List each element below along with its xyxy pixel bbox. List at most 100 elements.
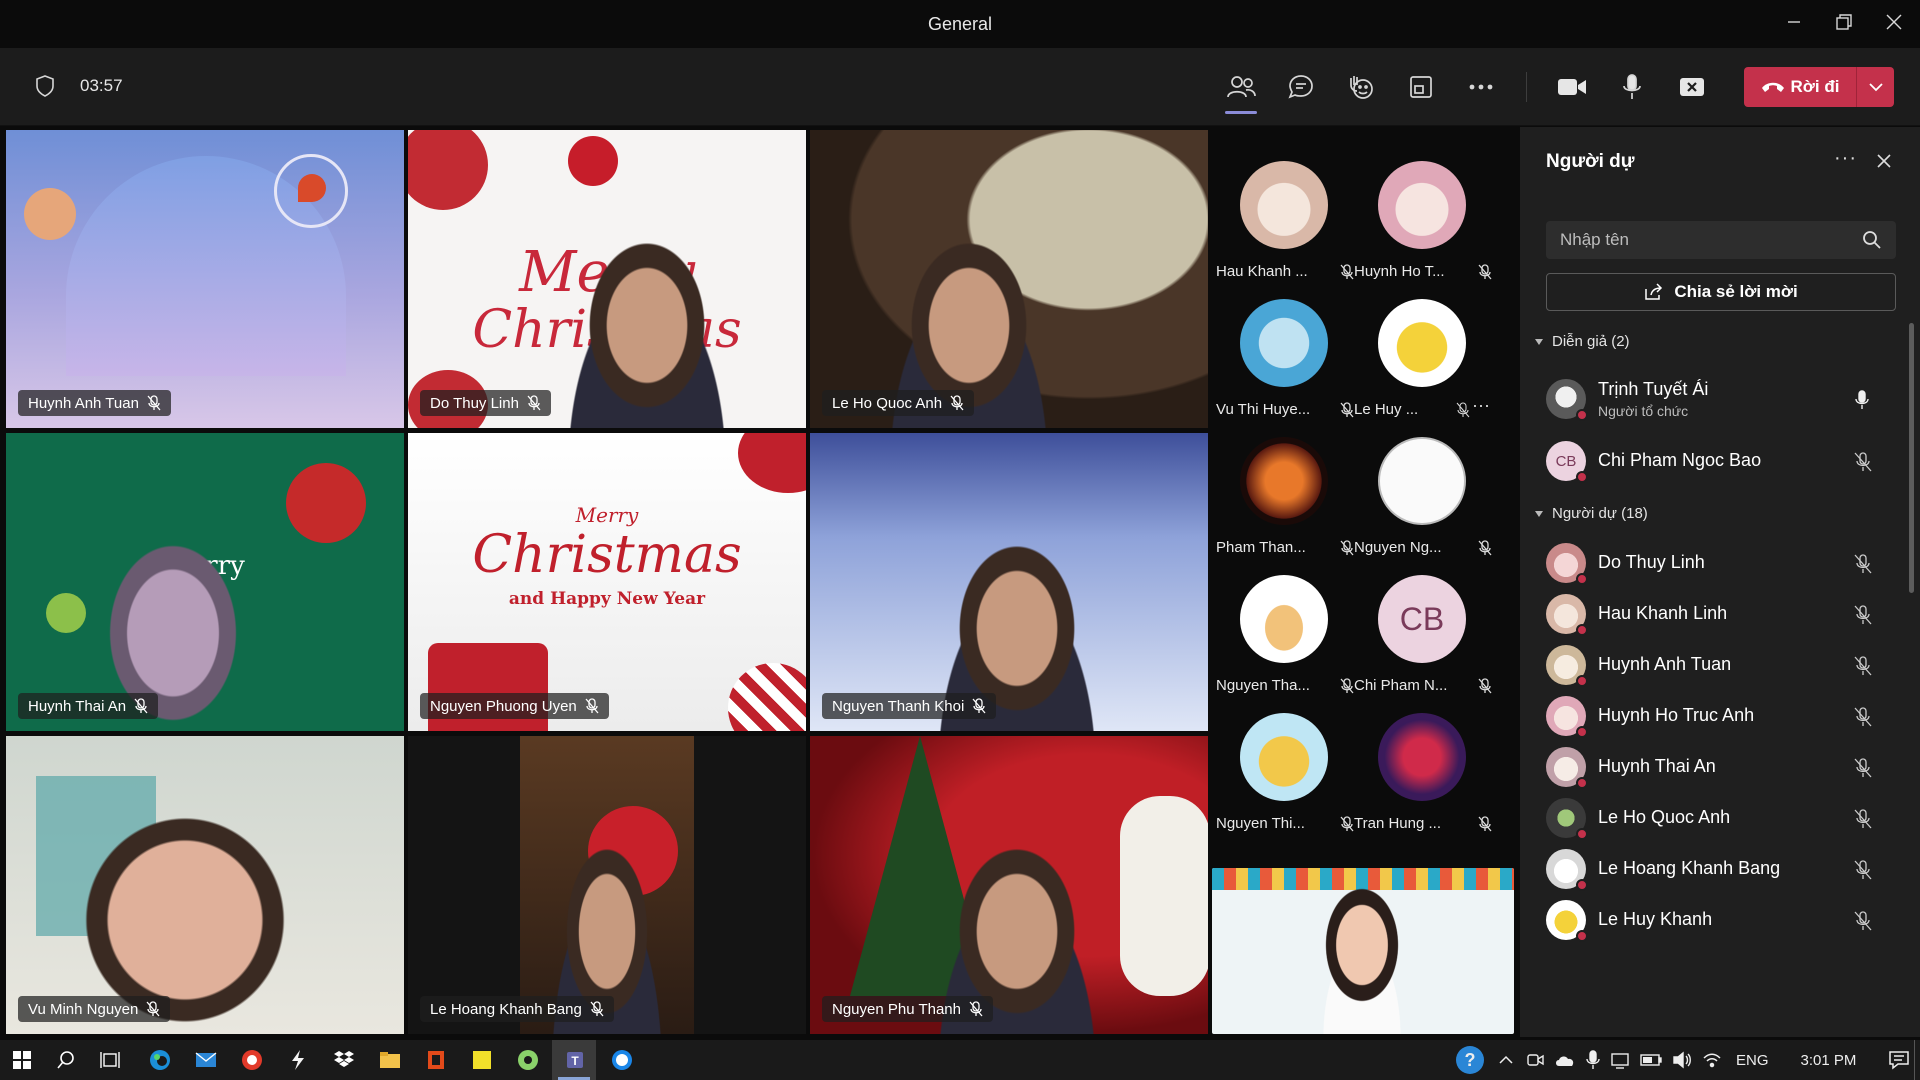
participant-row[interactable]: Le Ho Quoc Anh — [1546, 790, 1886, 846]
avatar — [1378, 437, 1466, 525]
office-app[interactable] — [414, 1040, 458, 1080]
edge-app[interactable] — [138, 1040, 182, 1080]
task-view-button[interactable] — [88, 1040, 132, 1080]
avatar-tile[interactable]: Le Huy ... ··· — [1352, 289, 1492, 427]
participant-row[interactable]: CB Chi Pham Ngoc Bao — [1546, 433, 1886, 489]
mic-off-icon — [950, 395, 964, 411]
video-tile[interactable]: Vu Minh Nguyen — [6, 736, 404, 1034]
system-clock[interactable]: 3:01 PM — [1801, 1052, 1857, 1069]
participant-row[interactable]: Le Hoang Khanh Bang — [1546, 841, 1886, 897]
avatar — [1240, 299, 1328, 387]
share-screen-button[interactable] — [1670, 67, 1714, 107]
restore-button[interactable] — [1822, 0, 1866, 44]
leave-button[interactable]: Rời đi — [1744, 67, 1856, 107]
avatar-tile[interactable]: Pham Than... — [1214, 427, 1354, 565]
leave-label: Rời đi — [1790, 77, 1840, 96]
wifi-icon[interactable] — [1702, 1051, 1722, 1069]
input-language[interactable]: ENG — [1736, 1052, 1769, 1069]
share-invite-button[interactable]: Chia sẻ lời mời — [1546, 273, 1896, 311]
sticky-note-icon — [473, 1051, 491, 1069]
participant-name: Do Thuy Linh — [1598, 552, 1705, 572]
avatar-tile[interactable]: Tran Hung ... — [1352, 703, 1492, 841]
avatar-tile[interactable]: CB Chi Pham N... — [1352, 565, 1492, 703]
meet-now-icon[interactable] — [1526, 1051, 1544, 1069]
participant-name: Nguyen Phu Thanh — [832, 1000, 961, 1018]
mail-app[interactable] — [184, 1040, 228, 1080]
video-tile[interactable]: Le Hoang Khanh Bang — [408, 736, 806, 1034]
avatar-more-button[interactable]: ··· — [1472, 395, 1490, 416]
presenters-header-label: Diễn giả (2) — [1552, 333, 1630, 350]
avatar-tile[interactable]: Nguyen Ng... — [1352, 427, 1492, 565]
panel-more-button[interactable]: ··· — [1834, 147, 1857, 170]
avatar-tile[interactable]: Nguyen Thi... — [1214, 703, 1354, 841]
search-taskbar-button[interactable] — [44, 1040, 88, 1080]
system-tray: ? ENG 3:01 PM — [1456, 1040, 1910, 1080]
participant-name-chip: Do Thuy Linh — [420, 390, 551, 416]
participant-row[interactable]: Huynh Ho Truc Anh — [1546, 688, 1886, 744]
shield-icon[interactable] — [34, 74, 56, 98]
onedrive-icon[interactable] — [1554, 1053, 1576, 1067]
file-explorer-app[interactable] — [368, 1040, 412, 1080]
avatar-tile[interactable]: Nguyen Tha... — [1214, 565, 1354, 703]
presenters-header[interactable]: Diễn giả (2) — [1534, 333, 1630, 350]
zalo-app[interactable] — [600, 1040, 644, 1080]
close-window-button[interactable] — [1872, 0, 1916, 44]
participant-row[interactable]: Huynh Anh Tuan — [1546, 637, 1886, 693]
video-tile[interactable]: Nguyen Thanh Khoi — [810, 433, 1208, 731]
participant-row[interactable]: Le Huy Khanh — [1546, 892, 1886, 948]
chevron-up-icon[interactable] — [1498, 1055, 1514, 1065]
participant-name: Nguyen Phuong Uyen — [430, 697, 577, 715]
network-status-icon[interactable] — [1610, 1051, 1630, 1069]
dropbox-app[interactable] — [322, 1040, 366, 1080]
microphone-button[interactable] — [1610, 67, 1654, 107]
cookie-decoration — [24, 188, 76, 240]
video-tile[interactable]: Nguyen Phu Thanh — [810, 736, 1208, 1034]
chat-button[interactable] — [1279, 67, 1323, 107]
panel-scrollbar[interactable] — [1909, 323, 1914, 593]
camera-button[interactable] — [1550, 67, 1594, 107]
office-icon — [428, 1051, 444, 1069]
leave-options-button[interactable] — [1857, 67, 1894, 107]
participant-row[interactable]: Do Thuy Linh — [1546, 535, 1886, 591]
notification-icon[interactable] — [1888, 1050, 1910, 1070]
attendees-header[interactable]: Người dự (18) — [1534, 505, 1648, 522]
app-green[interactable] — [506, 1040, 550, 1080]
people-button[interactable] — [1219, 67, 1263, 114]
video-tile[interactable]: Le Ho Quoc Anh — [810, 130, 1208, 428]
sticky-notes-app[interactable] — [460, 1040, 504, 1080]
avatar-tile[interactable]: Huynh Ho T... — [1352, 151, 1492, 289]
reactions-button[interactable] — [1339, 67, 1383, 107]
avatar-label: Nguyen Tha... — [1216, 677, 1310, 694]
avatar — [1378, 713, 1466, 801]
restore-icon — [1836, 14, 1852, 30]
microphone-icon[interactable] — [1586, 1050, 1600, 1070]
show-desktop-button[interactable] — [1914, 1040, 1915, 1080]
start-button[interactable] — [0, 1040, 44, 1080]
status-dot — [1576, 573, 1588, 585]
help-icon[interactable]: ? — [1456, 1046, 1484, 1074]
app-red[interactable] — [230, 1040, 274, 1080]
share-screen-icon — [1680, 78, 1704, 96]
participant-row[interactable]: Huynh Thai An — [1546, 739, 1886, 795]
video-tile[interactable]: Merry Christmas Do Thuy Linh — [408, 130, 806, 428]
search-input[interactable] — [1546, 221, 1846, 259]
participant-row[interactable]: Hau Khanh Linh — [1546, 586, 1886, 642]
search-icon[interactable] — [1862, 230, 1882, 250]
more-actions-button[interactable] — [1459, 67, 1503, 107]
volume-icon[interactable] — [1672, 1051, 1692, 1069]
rooms-button[interactable] — [1399, 67, 1443, 107]
close-icon[interactable] — [1876, 153, 1892, 169]
video-tile[interactable]: Merry Christmas and Happy New Year Nguye… — [408, 433, 806, 731]
participant-name: Vu Minh Nguyen — [28, 1000, 139, 1018]
app-winamp[interactable] — [276, 1040, 320, 1080]
breakout-rooms-icon — [1410, 76, 1432, 98]
self-view-video[interactable] — [1212, 868, 1514, 1034]
avatar-tile[interactable]: Vu Thi Huye... — [1214, 289, 1354, 427]
minimize-button[interactable] — [1772, 0, 1816, 44]
participant-row[interactable]: Trịnh Tuyết Ái Người tổ chức — [1546, 371, 1886, 427]
video-tile[interactable]: merry Huynh Thai An — [6, 433, 404, 731]
battery-icon[interactable] — [1640, 1053, 1662, 1067]
teams-app[interactable]: T — [552, 1040, 596, 1080]
avatar-tile[interactable]: Hau Khanh ... — [1214, 151, 1354, 289]
video-tile[interactable]: Huynh Anh Tuan — [6, 130, 404, 428]
